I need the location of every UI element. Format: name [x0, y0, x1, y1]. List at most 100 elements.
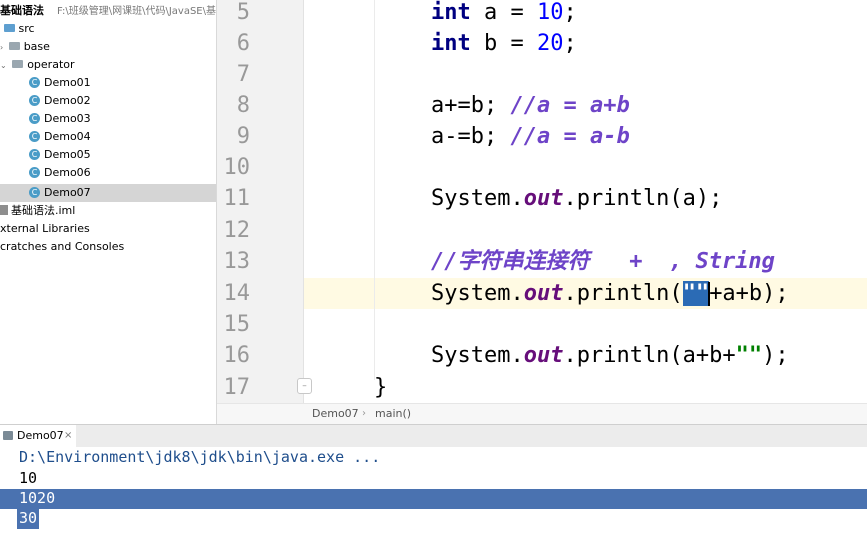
tree-item-label: Demo07: [44, 186, 91, 199]
code-token: +a+b);: [709, 281, 789, 306]
java-class-icon: C: [29, 130, 40, 142]
code-line-5[interactable]: int a = 10;: [431, 0, 577, 28]
breadcrumb-item-class[interactable]: Demo07: [312, 404, 359, 424]
run-tab-label: Demo07: [17, 429, 64, 442]
code-token: ;: [563, 0, 577, 25]
field-token: out: [523, 281, 564, 306]
code-token: System.: [431, 186, 524, 211]
project-root-row[interactable]: 基础语法 F:\班级管理\网课班\代码\JavaSE\基础: [0, 2, 216, 20]
tree-item-label: Demo01: [44, 76, 91, 89]
code-token: );: [762, 343, 789, 368]
tree-item-label: Demo02: [44, 94, 91, 107]
iml-file-icon: [0, 205, 8, 215]
code-line-6[interactable]: int b = 20;: [431, 28, 577, 59]
java-class-icon: C: [29, 94, 40, 106]
run-tab[interactable]: Demo07 ×: [0, 425, 76, 447]
line-number: 8: [236, 93, 250, 118]
run-icon: [3, 431, 13, 440]
tree-item-label: Demo06: [44, 166, 91, 179]
code-token: a-=b;: [431, 124, 511, 149]
run-console[interactable]: D:\Environment\jdk8\jdk\bin\java.exe ...…: [0, 447, 867, 553]
tree-item-demo02[interactable]: C Demo02: [0, 92, 216, 110]
code-token: .println(: [563, 281, 683, 306]
tree-item-label: xternal Libraries: [0, 222, 90, 235]
code-line-13[interactable]: //字符串连接符 + , String: [431, 246, 775, 277]
tree-item-demo04[interactable]: C Demo04: [0, 128, 216, 146]
code-line-16[interactable]: System.out.println(a+b+"");: [431, 340, 789, 371]
code-token: a+=b;: [431, 93, 511, 118]
line-number: 11: [223, 186, 251, 211]
console-output-line: 30: [19, 509, 38, 527]
tree-item-operator[interactable]: ⌄ operator: [0, 56, 216, 74]
code-line-17[interactable]: }: [374, 372, 387, 403]
fold-marker-icon[interactable]: –: [297, 378, 312, 394]
breadcrumb: Demo07 › main(): [217, 403, 867, 424]
indent-guide: [374, 0, 375, 380]
code-token: System.: [431, 281, 524, 306]
code-line-14[interactable]: System.out.println(""+a+b);: [431, 278, 789, 309]
tree-item-label: 基础语法.iml: [11, 204, 76, 217]
tree-item-label: src: [18, 22, 35, 35]
console-output-line: 1020: [19, 489, 56, 507]
keyword-token: int: [431, 31, 471, 56]
chevron-right-icon[interactable]: ›: [0, 43, 3, 52]
number-literal: 20: [536, 31, 564, 56]
comment-token: //a = a+b: [510, 93, 630, 118]
tree-item-label: operator: [27, 58, 75, 71]
line-number-current: 14: [223, 281, 251, 306]
close-icon[interactable]: ×: [64, 425, 72, 447]
code-token: b =: [470, 31, 537, 56]
line-number: 5: [236, 0, 250, 25]
tree-item-external-libraries[interactable]: xternal Libraries: [0, 220, 216, 238]
java-class-icon: C: [29, 112, 40, 124]
tree-item-scratches[interactable]: cratches and Consoles: [0, 238, 216, 256]
folder-icon: [12, 60, 24, 68]
line-number: 12: [223, 218, 251, 243]
code-line-9[interactable]: a-=b; //a = a-b: [431, 121, 630, 152]
tree-item-label: Demo03: [44, 112, 91, 125]
number-literal: 10: [536, 0, 564, 25]
console-output-line: 10: [19, 469, 38, 487]
code-token: a =: [470, 0, 537, 25]
tree-item-src[interactable]: src: [0, 20, 216, 38]
line-number: 9: [236, 124, 250, 149]
field-token: out: [523, 186, 564, 211]
tree-item-iml[interactable]: 基础语法.iml: [0, 202, 216, 220]
line-number: 16: [223, 343, 251, 368]
line-number: 15: [223, 312, 251, 337]
field-token: out: [523, 343, 564, 368]
selected-string-literal[interactable]: "": [682, 281, 710, 306]
project-root-name: 基础语法: [0, 4, 44, 17]
project-root-path: F:\班级管理\网课班\代码\JavaSE\基础: [57, 6, 217, 17]
breadcrumb-separator: ›: [362, 408, 366, 419]
tree-item-demo07[interactable]: C Demo07: [0, 184, 216, 202]
tree-item-demo05[interactable]: C Demo05: [0, 146, 216, 164]
tree-item-label: Demo04: [44, 130, 91, 143]
tree-item-label: cratches and Consoles: [0, 240, 125, 253]
comment-token: //a = a-b: [510, 124, 630, 149]
tree-item-demo01[interactable]: C Demo01: [0, 74, 216, 92]
run-tab-bar: Demo07 ×: [0, 424, 867, 448]
tree-item-demo06[interactable]: C Demo06: [0, 164, 216, 182]
breadcrumb-item-method[interactable]: main(): [375, 404, 411, 424]
line-number: 7: [236, 62, 250, 87]
tree-item-label: base: [23, 40, 50, 53]
java-class-icon: C: [29, 76, 40, 88]
line-number: 13: [223, 249, 251, 274]
keyword-token: int: [431, 0, 471, 25]
folder-icon: [8, 42, 20, 50]
code-line-11[interactable]: System.out.println(a);: [431, 183, 722, 214]
tree-item-demo03[interactable]: C Demo03: [0, 110, 216, 128]
tree-item-label: Demo05: [44, 148, 91, 161]
line-number: 17: [223, 375, 251, 400]
console-command-line[interactable]: D:\Environment\jdk8\jdk\bin\java.exe ...: [19, 447, 380, 468]
line-number: 6: [236, 31, 250, 56]
code-line-8[interactable]: a+=b; //a = a+b: [431, 90, 630, 121]
console-selection: [0, 489, 867, 509]
chevron-down-icon[interactable]: ⌄: [0, 61, 7, 70]
code-token: System.: [431, 343, 524, 368]
tree-item-base[interactable]: › base: [0, 38, 216, 56]
code-token: }: [374, 375, 388, 400]
code-editor[interactable]: 5 6 7 8 9 10 11 12 13 14 15 16 17 int a …: [217, 0, 867, 424]
code-token: .println(a+b+: [563, 343, 736, 368]
